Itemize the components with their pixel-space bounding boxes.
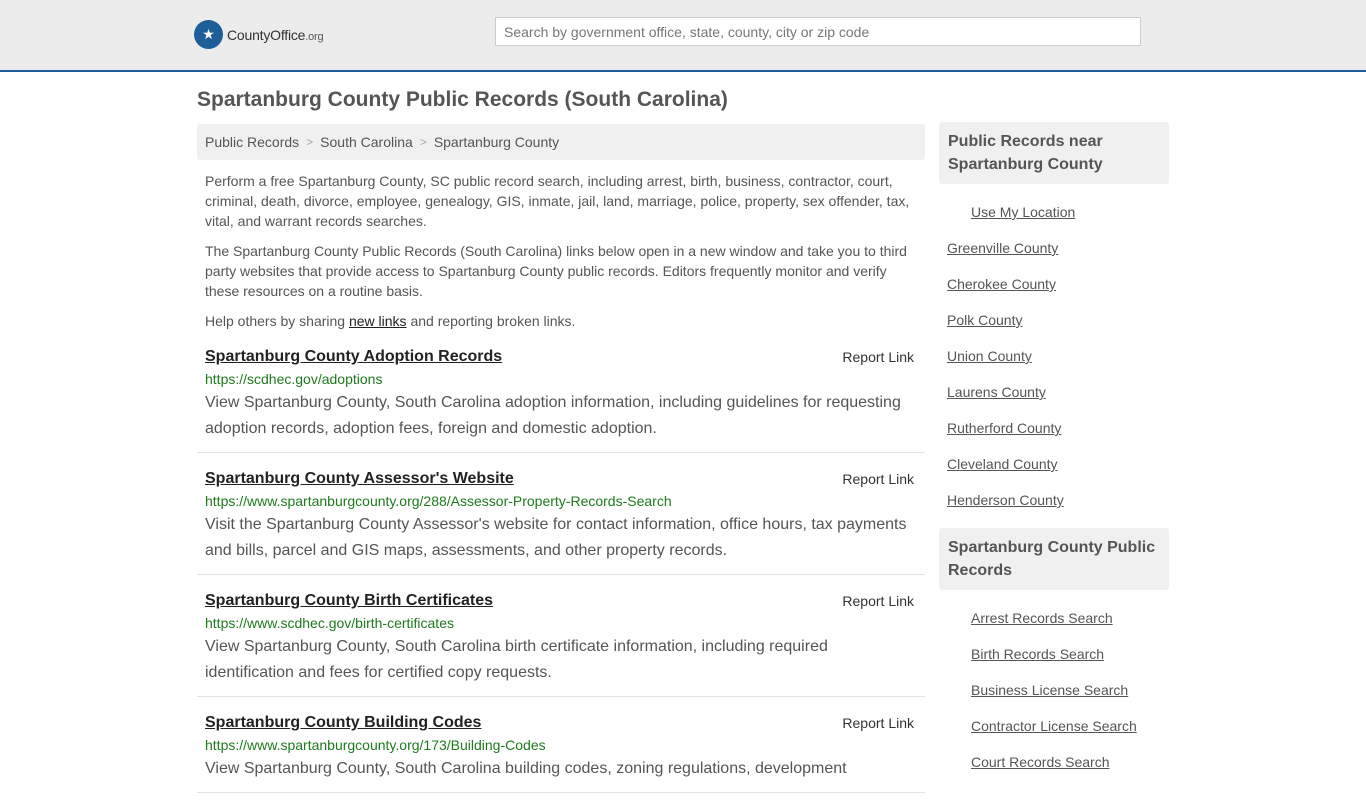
search-input[interactable] xyxy=(495,17,1141,46)
record-item: Spartanburg County Adoption Records Repo… xyxy=(197,343,925,453)
county-records-heading: Spartanburg County Public Records xyxy=(939,528,1169,590)
list-item: Polk County xyxy=(947,302,1161,338)
record-description: View Spartanburg County, South Carolina … xyxy=(205,394,901,437)
record-search-link[interactable]: Arrest Records Search xyxy=(971,610,1113,626)
breadcrumb: Public Records > South Carolina > Sparta… xyxy=(197,124,925,160)
record-item: Spartanburg County Assessor's Website Re… xyxy=(197,465,925,575)
record-item: Spartanburg County Building Codes Report… xyxy=(197,709,925,793)
record-title-link[interactable]: Spartanburg County Birth Certificates xyxy=(205,591,493,611)
record-title-link[interactable]: Spartanburg County Adoption Records xyxy=(205,347,502,367)
record-url: https://www.scdhec.gov/birth-certificate… xyxy=(205,615,454,631)
record-search-link[interactable]: Business License Search xyxy=(971,682,1128,698)
list-item: Birth Records Search xyxy=(947,636,1161,672)
intro-text: Perform a free Spartanburg County, SC pu… xyxy=(197,171,925,331)
record-title-link[interactable]: Spartanburg County Assessor's Website xyxy=(205,469,514,489)
site-logo[interactable]: ★ CountyOffice.org xyxy=(194,20,324,49)
new-links-link[interactable]: new links xyxy=(349,313,407,329)
main-content: Public Records > South Carolina > Sparta… xyxy=(197,124,925,805)
report-link[interactable]: Report Link xyxy=(842,471,914,487)
intro-paragraph-2: The Spartanburg County Public Records (S… xyxy=(205,243,907,299)
nearby-county-link[interactable]: Greenville County xyxy=(947,240,1058,256)
record-url: https://www.spartanburgcounty.org/288/As… xyxy=(205,493,672,509)
logo-suffix: .org xyxy=(305,30,324,43)
page-title: Spartanburg County Public Records (South… xyxy=(197,88,728,111)
intro-paragraph-1: Perform a free Spartanburg County, SC pu… xyxy=(205,173,910,229)
breadcrumb-separator: > xyxy=(306,135,314,149)
nearby-county-link[interactable]: Henderson County xyxy=(947,492,1064,508)
record-url: https://scdhec.gov/adoptions xyxy=(205,371,383,387)
list-item: Business License Search xyxy=(947,672,1161,708)
record-item: Spartanburg County Birth Certificates Re… xyxy=(197,587,925,697)
logo-text: CountyOffice.org xyxy=(227,26,324,43)
record-description: View Spartanburg County, South Carolina … xyxy=(205,638,828,681)
sidebar: Public Records near Spartanburg County U… xyxy=(939,122,1169,780)
list-item: Henderson County xyxy=(947,482,1161,518)
list-item: Use My Location xyxy=(947,194,1161,230)
breadcrumb-separator: > xyxy=(419,135,427,149)
breadcrumb-state[interactable]: South Carolina xyxy=(320,134,413,150)
report-link[interactable]: Report Link xyxy=(842,349,914,365)
nearby-county-link[interactable]: Polk County xyxy=(947,312,1022,328)
list-item: Cherokee County xyxy=(947,266,1161,302)
record-search-list: Arrest Records Search Birth Records Sear… xyxy=(939,590,1169,780)
nearby-county-link[interactable]: Rutherford County xyxy=(947,420,1061,436)
logo-emblem-icon: ★ xyxy=(194,20,223,49)
top-bar: ★ CountyOffice.org xyxy=(0,0,1366,72)
logo-name: CountyOffice xyxy=(227,26,306,43)
report-link[interactable]: Report Link xyxy=(842,593,914,609)
list-item: Rutherford County xyxy=(947,410,1161,446)
list-item: Arrest Records Search xyxy=(947,600,1161,636)
list-item: Greenville County xyxy=(947,230,1161,266)
nearby-records-heading: Public Records near Spartanburg County xyxy=(939,122,1169,184)
list-item: Cleveland County xyxy=(947,446,1161,482)
list-item: Union County xyxy=(947,338,1161,374)
record-description: View Spartanburg County, South Carolina … xyxy=(205,760,847,777)
nearby-county-link[interactable]: Union County xyxy=(947,348,1032,364)
record-list: Spartanburg County Adoption Records Repo… xyxy=(197,343,925,793)
report-link[interactable]: Report Link xyxy=(842,715,914,731)
list-item: Laurens County xyxy=(947,374,1161,410)
record-url: https://www.spartanburgcounty.org/173/Bu… xyxy=(205,737,546,753)
use-my-location-link[interactable]: Use My Location xyxy=(971,204,1075,220)
nearby-county-link[interactable]: Laurens County xyxy=(947,384,1046,400)
record-title-link[interactable]: Spartanburg County Building Codes xyxy=(205,713,481,733)
breadcrumb-county[interactable]: Spartanburg County xyxy=(434,134,559,150)
list-item: Contractor License Search xyxy=(947,708,1161,744)
nearby-county-link[interactable]: Cleveland County xyxy=(947,456,1058,472)
county-records-section: Spartanburg County Public Records Arrest… xyxy=(939,528,1169,780)
intro-paragraph-3: Help others by sharing new links and rep… xyxy=(205,313,576,329)
nearby-county-link[interactable]: Cherokee County xyxy=(947,276,1056,292)
record-description: Visit the Spartanburg County Assessor's … xyxy=(205,516,907,559)
nearby-counties-list: Use My Location Greenville County Cherok… xyxy=(939,184,1169,518)
breadcrumb-public-records[interactable]: Public Records xyxy=(205,134,299,150)
record-search-link[interactable]: Birth Records Search xyxy=(971,646,1104,662)
list-item: Court Records Search xyxy=(947,744,1161,780)
record-search-link[interactable]: Contractor License Search xyxy=(971,718,1137,734)
